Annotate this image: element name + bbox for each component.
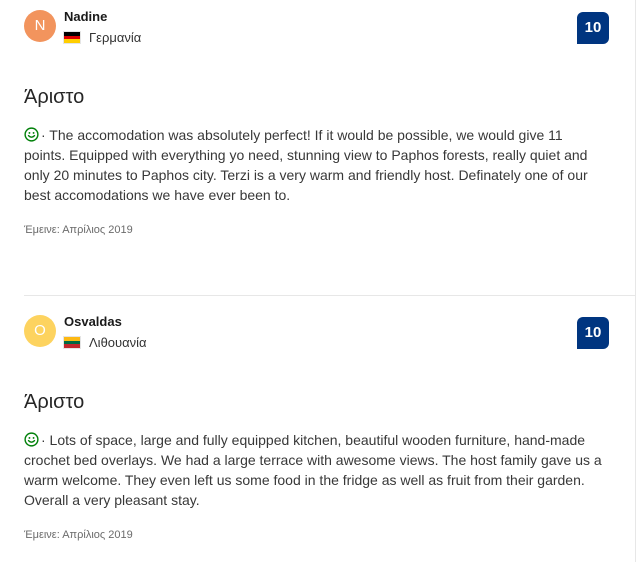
review-card: N Nadine Γερμανία 10 Άριστο · The accomo… bbox=[0, 0, 636, 296]
country-name: Γερμανία bbox=[89, 30, 142, 45]
review-title: Άριστο bbox=[24, 86, 85, 108]
review-text: · Lots of space, large and fully equippe… bbox=[24, 430, 604, 510]
review-text-content: · The accomodation was absolutely perfec… bbox=[24, 127, 588, 203]
smile-icon bbox=[24, 127, 39, 142]
reviewer-name: Osvaldas bbox=[64, 314, 122, 329]
smile-icon bbox=[24, 432, 39, 447]
score-badge: 10 bbox=[577, 317, 609, 349]
review-text-content: · Lots of space, large and fully equippe… bbox=[24, 432, 602, 508]
country-name: Λιθουανία bbox=[89, 335, 147, 350]
review-divider bbox=[24, 295, 636, 296]
review-title: Άριστο bbox=[24, 391, 85, 413]
germany-flag-icon bbox=[64, 32, 80, 44]
stay-date: Έμεινε: Απρίλιος 2019 bbox=[24, 224, 133, 236]
reviewer-country: Λιθουανία bbox=[64, 335, 147, 350]
avatar: O bbox=[24, 315, 56, 347]
lithuania-flag-icon bbox=[64, 337, 80, 349]
score-badge: 10 bbox=[577, 12, 609, 44]
review-card: O Osvaldas Λιθουανία 10 Άριστο · Lots of… bbox=[0, 305, 636, 562]
review-text: · The accomodation was absolutely perfec… bbox=[24, 125, 604, 205]
reviewer-country: Γερμανία bbox=[64, 30, 141, 45]
reviewer-name: Nadine bbox=[64, 9, 108, 24]
avatar: N bbox=[24, 10, 56, 42]
stay-date: Έμεινε: Απρίλιος 2019 bbox=[24, 529, 133, 541]
